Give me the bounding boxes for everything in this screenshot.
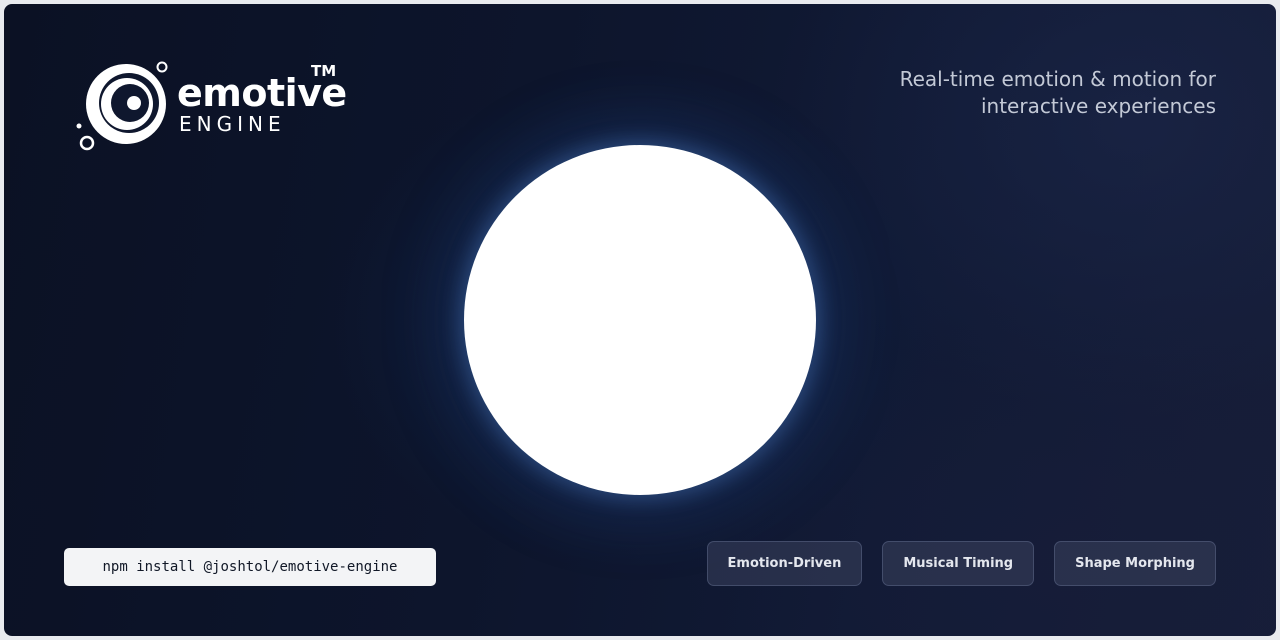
feature-pills: Emotion-Driven Musical Timing Shape Morp… [706,541,1216,586]
tagline-line-1: Real-time emotion & motion for [899,67,1216,91]
emotive-engine-logo: emotive ENGINE TM [70,56,350,156]
feature-pill-shape-morphing[interactable]: Shape Morphing [1054,541,1216,586]
logo-orbit-icon [76,61,168,151]
emotive-orb[interactable] [464,145,816,495]
hero-card: emotive ENGINE TM Real-time emotion & mo… [4,4,1276,636]
feature-pill-emotion-driven[interactable]: Emotion-Driven [706,541,863,586]
tagline: Real-time emotion & motion for interacti… [856,66,1216,120]
feature-pill-musical-timing[interactable]: Musical Timing [882,541,1035,586]
npm-install-command[interactable]: npm install @joshtol/emotive-engine [64,548,436,586]
tagline-line-2: interactive experiences [980,94,1216,118]
trademark-mark: TM [311,62,337,80]
logo-subtitle: ENGINE [179,112,286,136]
